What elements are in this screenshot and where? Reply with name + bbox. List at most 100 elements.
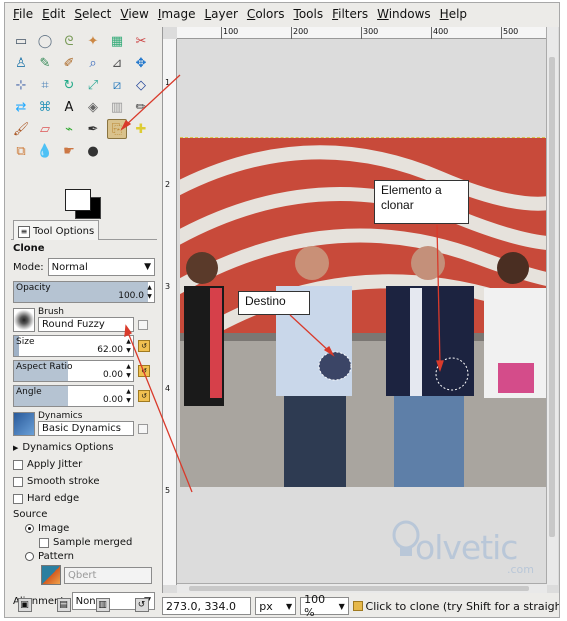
aspect-ratio-spin[interactable]: Aspect Ratio 0.00 ▲ ▼ — [13, 360, 134, 382]
apply-jitter-row[interactable]: Apply Jitter — [13, 459, 155, 470]
smooth-stroke-row[interactable]: Smooth stroke — [13, 476, 155, 487]
flip-icon[interactable]: ⇄ — [11, 97, 31, 117]
cage-icon[interactable]: ⌘ — [35, 97, 55, 117]
horizontal-ruler[interactable]: 100 200 300 400 500 — [177, 27, 547, 39]
menu-windows[interactable]: Windows — [377, 7, 431, 21]
fuzzy-select-icon[interactable]: ✦ — [83, 31, 103, 51]
select-by-color-icon[interactable]: ▦ — [107, 31, 127, 51]
chevron-down-icon: ▼ — [144, 262, 151, 272]
move-icon[interactable]: ✥ — [131, 53, 151, 73]
clone-icon[interactable]: ⎘ — [107, 119, 127, 139]
blur-icon[interactable]: 💧 — [35, 141, 55, 161]
image-content[interactable] — [180, 137, 550, 487]
reset-aspect-icon[interactable]: ↺ — [138, 365, 150, 377]
sample-merged-row[interactable]: Sample merged — [39, 537, 155, 548]
source-pattern-row[interactable]: Pattern — [25, 551, 155, 562]
menu-layer[interactable]: Layer — [204, 7, 237, 21]
pattern-field[interactable]: Qbert — [64, 566, 152, 584]
source-pattern-radio[interactable] — [25, 552, 34, 561]
sample-merged-checkbox[interactable] — [39, 537, 49, 548]
menu-edit[interactable]: Edit — [42, 7, 65, 21]
perspective-icon[interactable]: ◇ — [131, 75, 151, 95]
pointer-coords: 273.0, 334.0 — [162, 597, 252, 615]
pencil-icon[interactable]: ✏ — [131, 97, 151, 117]
mode-select[interactable]: Normal ▼ — [47, 258, 155, 276]
save-options-icon[interactable]: ▣ — [17, 598, 32, 612]
edit-brush-icon[interactable] — [138, 319, 148, 330]
menu-colors[interactable]: Colors — [247, 7, 285, 21]
menu-file[interactable]: File — [13, 7, 33, 21]
shear-icon[interactable]: ⧄ — [107, 75, 127, 95]
airbrush-icon[interactable]: ⌁ — [59, 119, 79, 139]
scale-icon[interactable]: ⤢ — [83, 75, 103, 95]
rotate-icon[interactable]: ↻ — [59, 75, 79, 95]
aspect-ratio-value: 0.00 — [102, 370, 123, 380]
paths-icon[interactable]: ✎ — [35, 53, 55, 73]
ruler-tick: 500 — [501, 27, 518, 39]
horizontal-scrollbar[interactable] — [177, 583, 547, 593]
menu-tools[interactable]: Tools — [294, 7, 324, 21]
scissors-select-icon[interactable]: ✂ — [131, 31, 151, 51]
blend-icon[interactable]: ▥ — [107, 97, 127, 117]
size-value: 62.00 — [97, 345, 123, 355]
ruler-tick: 300 — [361, 27, 378, 39]
dynamics-field[interactable]: Basic Dynamics — [38, 421, 134, 436]
bucket-fill-icon[interactable]: ◈ — [83, 97, 103, 117]
vertical-scrollbar[interactable] — [546, 27, 558, 585]
watermark: olvetic .com — [385, 518, 555, 583]
reset-angle-icon[interactable]: ↺ — [138, 390, 150, 402]
ink-icon[interactable]: ✒ — [83, 119, 103, 139]
color-swatches[interactable] — [65, 189, 105, 219]
hard-edge-row[interactable]: Hard edge — [13, 493, 155, 504]
rect-select-icon[interactable]: ▭ — [11, 31, 31, 51]
source-label: Source — [13, 509, 48, 520]
aspect-ratio-label: Aspect Ratio — [16, 362, 73, 372]
hard-edge-checkbox[interactable] — [13, 493, 23, 504]
apply-jitter-checkbox[interactable] — [13, 459, 23, 470]
heal-icon[interactable]: ✚ — [131, 119, 151, 139]
dodge-burn-icon[interactable]: ● — [83, 141, 103, 161]
zoom-icon[interactable]: ⌕ — [83, 53, 103, 73]
spin-arrows-icon: ▲ ▼ — [126, 363, 131, 379]
ellipse-select-icon[interactable]: ◯ — [35, 31, 55, 51]
dynamics-preview[interactable] — [13, 411, 35, 436]
pattern-preview[interactable] — [41, 565, 61, 585]
measure-icon[interactable]: ⊿ — [107, 53, 127, 73]
smooth-stroke-checkbox[interactable] — [13, 476, 23, 487]
dynamics-value: Basic Dynamics — [42, 423, 121, 434]
menu-image[interactable]: Image — [158, 7, 196, 21]
dynamics-options-expander[interactable]: ▶ Dynamics Options — [13, 442, 155, 453]
smudge-icon[interactable]: ☛ — [59, 141, 79, 161]
edit-dynamics-icon[interactable] — [138, 423, 148, 434]
brush-field[interactable]: Round Fuzzy — [38, 317, 134, 332]
free-select-icon[interactable]: ᘓ — [59, 31, 79, 51]
source-image-radio[interactable] — [25, 524, 34, 533]
dynamics-options-label: Dynamics Options — [22, 442, 114, 453]
size-spin[interactable]: Size 62.00 ▲ ▼ — [13, 335, 134, 357]
paintbrush-icon[interactable]: 🖌 — [11, 119, 31, 139]
menu-view[interactable]: View — [120, 7, 148, 21]
delete-options-icon[interactable]: ▥ — [95, 598, 110, 612]
reset-size-icon[interactable]: ↺ — [138, 340, 150, 352]
menu-help[interactable]: Help — [440, 7, 467, 21]
color-picker-icon[interactable]: ✐ — [59, 53, 79, 73]
unit-select[interactable]: px ▼ — [255, 597, 297, 615]
opacity-spin[interactable]: Opacity 100.0 ▲ ▼ — [13, 281, 155, 303]
crop-icon[interactable]: ⌗ — [35, 75, 55, 95]
menu-filters[interactable]: Filters — [332, 7, 368, 21]
perspective-clone-icon[interactable]: ⧉ — [11, 141, 31, 161]
foreground-select-icon[interactable]: ♙ — [11, 53, 31, 73]
tab-tool-options[interactable]: ≡ Tool Options — [13, 220, 100, 240]
source-image-row[interactable]: Image — [25, 523, 155, 534]
text-icon[interactable]: A — [59, 97, 79, 117]
brush-preview[interactable] — [13, 307, 35, 332]
reset-options-icon[interactable]: ↺ — [134, 598, 149, 612]
restore-options-icon[interactable]: ▤ — [56, 598, 71, 612]
eraser-icon[interactable]: ▱ — [35, 119, 55, 139]
align-icon[interactable]: ⊹ — [11, 75, 31, 95]
zoom-select[interactable]: 100 % ▼ — [300, 593, 349, 619]
menu-select[interactable]: Select — [74, 7, 111, 21]
vertical-ruler[interactable]: 1 2 3 4 5 — [163, 39, 177, 585]
foreground-color[interactable] — [65, 189, 91, 211]
angle-spin[interactable]: Angle 0.00 ▲ ▼ — [13, 385, 134, 407]
